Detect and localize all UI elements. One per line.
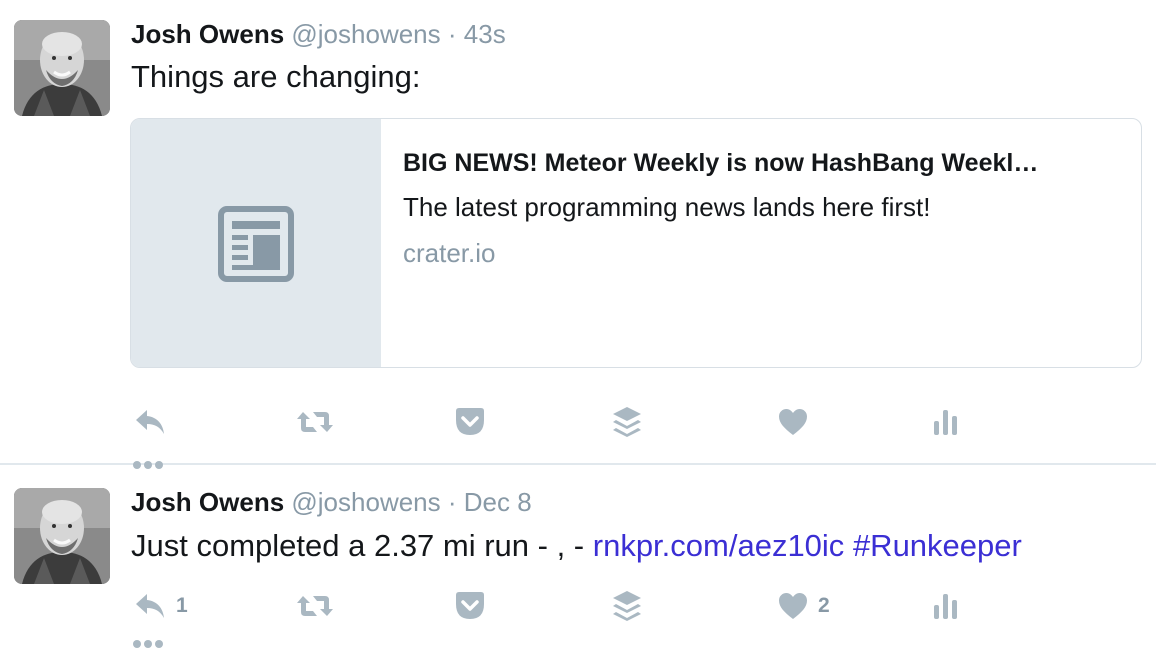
separator-dot: · <box>447 19 457 49</box>
separator-dot: · <box>447 487 457 517</box>
like-icon <box>779 593 807 619</box>
card-domain: crater.io <box>403 238 496 268</box>
like-button[interactable] <box>778 404 818 440</box>
link-card[interactable]: BIG NEWS! Meteor Weekly is now HashBang … <box>130 118 1142 368</box>
timestamp[interactable]: Dec 8 <box>464 487 532 517</box>
timestamp[interactable]: 43s <box>464 19 506 49</box>
analytics-icon <box>934 410 957 435</box>
article-icon <box>218 206 294 282</box>
pocket-button[interactable] <box>454 404 486 440</box>
like-icon <box>779 409 807 435</box>
analytics-icon <box>934 594 957 619</box>
retweet-icon <box>297 412 333 432</box>
author-name[interactable]: Josh Owens <box>131 19 284 49</box>
reply-button[interactable]: 1 <box>134 588 188 624</box>
tweet-header: Josh Owens @joshowens · 43s <box>131 18 506 50</box>
buffer-icon <box>613 407 641 437</box>
card-title: BIG NEWS! Meteor Weekly is now HashBang … <box>403 149 1039 177</box>
tweet-actions: 1 2 <box>0 588 1156 624</box>
reply-count: 1 <box>176 594 188 617</box>
author-name[interactable]: Josh Owens <box>131 487 284 517</box>
retweet-button[interactable] <box>295 404 335 440</box>
hashtag-link[interactable]: #Runkeeper <box>853 528 1022 563</box>
card-thumbnail <box>131 119 381 367</box>
tweet: Josh Owens @joshowens · Dec 8 Just compl… <box>0 465 1156 648</box>
reply-button[interactable] <box>134 404 176 440</box>
tweet-actions <box>0 404 1156 440</box>
more-icon-dot <box>155 640 163 648</box>
tweet-header: Josh Owens @joshowens · Dec 8 <box>131 486 532 518</box>
author-handle[interactable]: @joshowens <box>291 487 440 517</box>
retweet-button[interactable] <box>295 588 335 624</box>
tweet: Josh Owens @joshowens · 43s Things are c… <box>0 0 1156 469</box>
pocket-icon <box>456 408 484 435</box>
avatar[interactable] <box>14 488 110 584</box>
tweet-text-body: Just completed a 2.37 mi run - , - <box>131 528 593 563</box>
reply-icon <box>136 410 164 434</box>
avatar[interactable] <box>14 20 110 116</box>
reply-icon <box>136 594 164 618</box>
pocket-button[interactable] <box>454 588 486 624</box>
retweet-icon <box>297 596 333 616</box>
more-icon-dot <box>144 640 152 648</box>
buffer-button[interactable] <box>612 404 642 440</box>
buffer-button[interactable] <box>612 588 642 624</box>
analytics-button[interactable] <box>933 588 959 624</box>
like-button[interactable]: 2 <box>778 588 830 624</box>
buffer-icon <box>613 591 641 621</box>
more-button[interactable] <box>133 635 166 653</box>
tweet-link[interactable]: rnkpr.com/aez10ic <box>593 528 845 563</box>
analytics-button[interactable] <box>933 404 959 440</box>
pocket-icon <box>456 592 484 619</box>
tweet-text: Just completed a 2.37 mi run - , - rnkpr… <box>131 527 1022 565</box>
more-icon-dot <box>133 640 141 648</box>
tweet-text: Things are changing: <box>131 59 421 94</box>
like-count: 2 <box>818 594 830 617</box>
card-description: The latest programming news lands here f… <box>403 192 931 222</box>
author-handle[interactable]: @joshowens <box>291 19 440 49</box>
